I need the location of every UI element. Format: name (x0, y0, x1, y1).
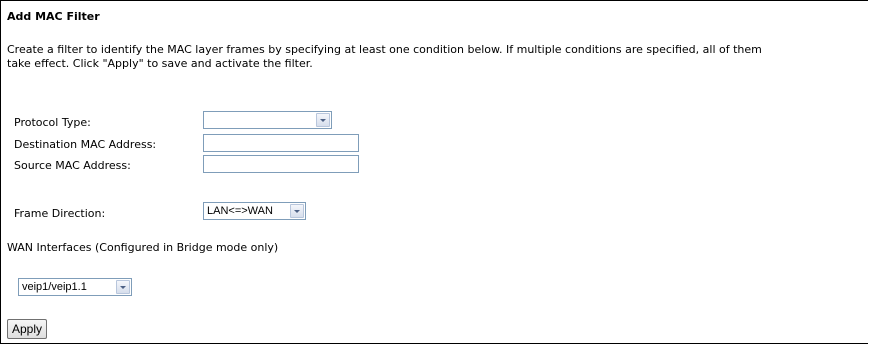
chevron-down-icon[interactable] (290, 204, 304, 218)
chevron-down-icon[interactable] (116, 280, 130, 294)
page-description: Create a filter to identify the MAC laye… (7, 43, 762, 71)
protocol-type-label: Protocol Type: (14, 116, 91, 129)
source-mac-label: Source MAC Address: (14, 159, 131, 172)
chevron-down-icon[interactable] (316, 113, 330, 127)
description-line-2: take effect. Click "Apply" to save and a… (7, 57, 313, 70)
wan-interface-selected-value: veip1/veip1.1 (22, 281, 87, 293)
frame-direction-label: Frame Direction: (14, 207, 106, 220)
apply-button[interactable]: Apply (7, 319, 48, 339)
wan-interfaces-label: WAN Interfaces (Configured in Bridge mod… (7, 241, 279, 254)
source-mac-input[interactable] (203, 155, 359, 173)
protocol-type-select[interactable] (203, 111, 332, 129)
description-line-1: Create a filter to identify the MAC laye… (7, 43, 762, 56)
destination-mac-input[interactable] (203, 134, 359, 152)
mac-filter-panel: Add MAC Filter Create a filter to identi… (0, 0, 868, 344)
frame-direction-selected-value: LAN<=>WAN (207, 205, 273, 217)
frame-direction-select[interactable]: LAN<=>WAN (203, 202, 306, 220)
page-title: Add MAC Filter (7, 10, 100, 23)
wan-interface-select[interactable]: veip1/veip1.1 (18, 278, 132, 296)
destination-mac-label: Destination MAC Address: (14, 138, 157, 151)
